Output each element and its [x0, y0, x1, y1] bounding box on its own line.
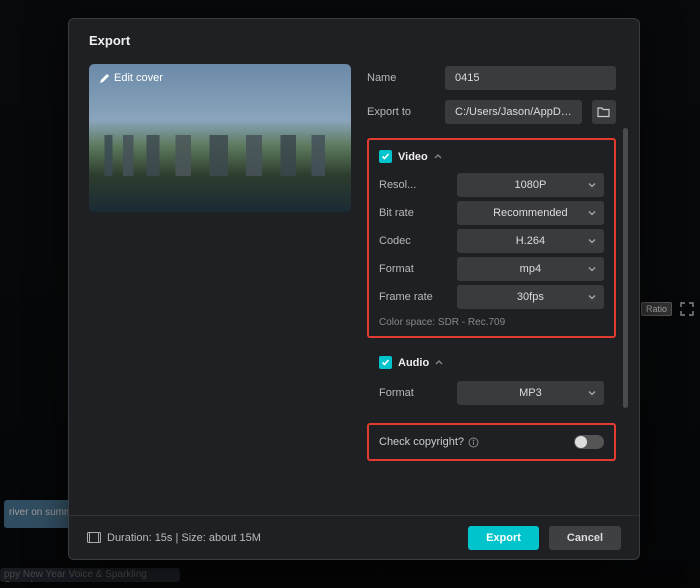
framerate-label: Frame rate	[379, 291, 447, 303]
copyright-label-group: Check copyright?	[379, 436, 479, 448]
resolution-value: 1080P	[514, 179, 546, 191]
name-input[interactable]: 0415	[445, 66, 616, 90]
edit-cover-button[interactable]: Edit cover	[99, 72, 163, 84]
video-section-title: Video	[398, 151, 428, 163]
resolution-row: Resol... 1080P	[379, 171, 604, 199]
audio-section-header[interactable]: Audio	[379, 356, 604, 369]
chevron-down-icon	[588, 239, 596, 244]
right-column: Name 0415 Export to C:/Users/Jason/AppD…	[367, 64, 624, 515]
scrollbar-thumb[interactable]	[623, 128, 628, 408]
audio-format-select[interactable]: MP3	[457, 381, 604, 405]
chevron-down-icon	[588, 295, 596, 300]
export-to-row: Export to C:/Users/Jason/AppD…	[367, 98, 616, 126]
video-settings-highlight: Video Resol... 1080P Bit rate Recomme	[367, 138, 616, 338]
chevron-up-icon	[434, 154, 442, 159]
framerate-value: 30fps	[517, 291, 544, 303]
ratio-chip[interactable]: Ratio	[641, 302, 672, 316]
format-label: Format	[379, 263, 447, 275]
toggle-knob	[575, 436, 587, 448]
copyright-highlight: Check copyright?	[367, 423, 616, 461]
scrollbar[interactable]	[623, 128, 628, 513]
info-icon[interactable]	[468, 437, 479, 448]
export-path-input[interactable]: C:/Users/Jason/AppD…	[445, 100, 582, 124]
cover-preview: Edit cover	[89, 64, 351, 212]
export-to-label: Export to	[367, 106, 435, 118]
bitrate-value: Recommended	[493, 207, 568, 219]
browse-folder-button[interactable]	[592, 100, 616, 124]
audio-format-label: Format	[379, 387, 447, 399]
left-column: Edit cover	[89, 64, 351, 515]
chevron-down-icon	[588, 391, 596, 396]
resolution-label: Resol...	[379, 179, 447, 191]
codec-select[interactable]: H.264	[457, 229, 604, 253]
chevron-down-icon	[588, 267, 596, 272]
audio-format-row: Format MP3	[379, 379, 604, 407]
format-select[interactable]: mp4	[457, 257, 604, 281]
cover-image	[89, 135, 351, 176]
codec-row: Codec H.264	[379, 227, 604, 255]
folder-icon	[597, 107, 610, 118]
export-dialog: Export Edit cover Name 0415 Export to	[68, 18, 640, 560]
cancel-button[interactable]: Cancel	[549, 526, 621, 550]
audio-format-value: MP3	[519, 387, 542, 399]
framerate-row: Frame rate 30fps	[379, 283, 604, 311]
bitrate-label: Bit rate	[379, 207, 447, 219]
copyright-toggle[interactable]	[574, 435, 604, 449]
name-row: Name 0415	[367, 64, 616, 92]
audio-section-title: Audio	[398, 357, 429, 369]
film-icon	[87, 532, 101, 543]
copyright-label: Check copyright?	[379, 436, 464, 448]
bitrate-select[interactable]: Recommended	[457, 201, 604, 225]
chevron-down-icon	[588, 211, 596, 216]
chevron-up-icon	[435, 360, 443, 365]
footer-info: Duration: 15s | Size: about 15M	[87, 532, 261, 544]
bitrate-row: Bit rate Recommended	[379, 199, 604, 227]
audio-settings: Audio Format MP3	[367, 356, 616, 407]
video-section-header[interactable]: Video	[379, 150, 604, 163]
format-value: mp4	[520, 263, 541, 275]
resolution-select[interactable]: 1080P	[457, 173, 604, 197]
colorspace-note: Color space: SDR - Rec.709	[379, 317, 604, 328]
clip-label: ppy New Year Voice & Sparkling Sound	[0, 568, 180, 582]
codec-label: Codec	[379, 235, 447, 247]
audio-checkbox[interactable]	[379, 356, 392, 369]
framerate-select[interactable]: 30fps	[457, 285, 604, 309]
codec-value: H.264	[516, 235, 545, 247]
dialog-footer: Duration: 15s | Size: about 15M Export C…	[69, 515, 639, 559]
dialog-body: Edit cover Name 0415 Export to C:/Users/…	[69, 58, 639, 515]
copyright-row: Check copyright?	[379, 427, 604, 457]
edit-cover-label: Edit cover	[114, 72, 163, 84]
fullscreen-icon[interactable]	[680, 302, 694, 316]
timeline-clip: ppy New Year Voice & Sparkling Sound	[0, 568, 180, 582]
dialog-title: Export	[69, 19, 639, 58]
chevron-down-icon	[588, 183, 596, 188]
name-label: Name	[367, 72, 435, 84]
footer-info-text: Duration: 15s | Size: about 15M	[107, 532, 261, 544]
pencil-icon	[99, 73, 110, 84]
format-row: Format mp4	[379, 255, 604, 283]
video-checkbox[interactable]	[379, 150, 392, 163]
export-button[interactable]: Export	[468, 526, 539, 550]
